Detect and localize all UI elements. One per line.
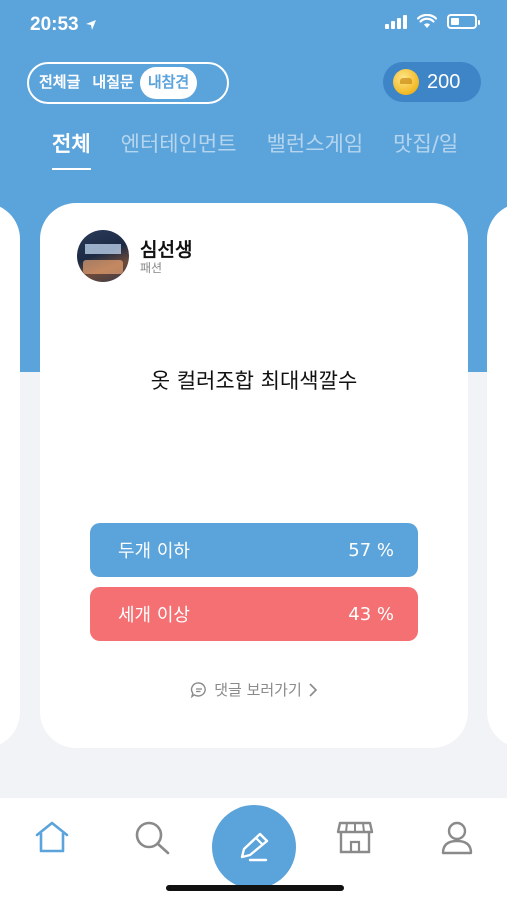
- filter-all-posts[interactable]: 전체글: [33, 67, 86, 99]
- status-bar: 20:53: [0, 0, 507, 50]
- poll-option-percent: 57 %: [348, 539, 394, 561]
- home-icon[interactable]: [34, 820, 70, 854]
- write-post-button[interactable]: [212, 805, 296, 889]
- tab-all[interactable]: 전체: [52, 128, 91, 170]
- tab-balance-game[interactable]: 밸런스게임: [267, 128, 364, 158]
- location-arrow-icon: [85, 20, 96, 30]
- coin-icon: [393, 69, 419, 95]
- poll-card: 심선생 패션 옷 컬러조합 최대색깔수 두개 이하 57 % 세개 이상 43 …: [40, 203, 468, 748]
- profile-icon[interactable]: [440, 820, 474, 856]
- view-comments-label: 댓글 보러가기: [214, 681, 302, 699]
- filter-my-participations[interactable]: 내참견: [139, 67, 198, 99]
- battery-level: [451, 18, 459, 25]
- filter-my-questions[interactable]: 내질문: [86, 67, 139, 99]
- poll-question: 옷 컬러조합 최대색깔수: [150, 369, 358, 393]
- avatar[interactable]: [77, 230, 129, 282]
- status-icons: [385, 14, 480, 29]
- author-name[interactable]: 심선생: [140, 235, 192, 262]
- poll-option-label: 두개 이하: [118, 541, 190, 562]
- status-time: 20:53: [30, 14, 79, 35]
- status-time-group: 20:53: [30, 14, 97, 36]
- coin-balance[interactable]: 200: [383, 62, 481, 102]
- home-indicator: [166, 885, 344, 891]
- view-comments-link[interactable]: 댓글 보러가기: [40, 679, 468, 700]
- search-icon[interactable]: [134, 820, 172, 856]
- next-card-peek[interactable]: [487, 203, 507, 748]
- poll-option-1[interactable]: 두개 이하 57 %: [90, 523, 418, 577]
- poll-option-percent: 43 %: [348, 603, 394, 625]
- wifi-icon: [417, 14, 437, 28]
- comment-icon: [191, 681, 207, 698]
- pencil-icon: [240, 832, 269, 862]
- cellular-signal-icon: [385, 14, 407, 29]
- author-category: 패션: [140, 261, 163, 275]
- previous-card-peek[interactable]: [0, 203, 20, 748]
- chevron-right-icon: [309, 682, 317, 697]
- poll-option-2[interactable]: 세개 이상 43 %: [90, 587, 418, 641]
- tab-entertainment[interactable]: 엔터테인먼트: [121, 128, 237, 158]
- poll-option-label: 세개 이상: [118, 605, 190, 626]
- tab-restaurants[interactable]: 맛집/일: [393, 128, 458, 158]
- battery-icon: [447, 14, 480, 29]
- store-icon[interactable]: [336, 820, 374, 856]
- coin-count: 200: [427, 70, 461, 93]
- category-tabs: 전체 엔터테인먼트 밸런스게임 맛집/일: [52, 128, 458, 170]
- post-filter-segmented: 전체글 내질문 내참견: [27, 62, 229, 104]
